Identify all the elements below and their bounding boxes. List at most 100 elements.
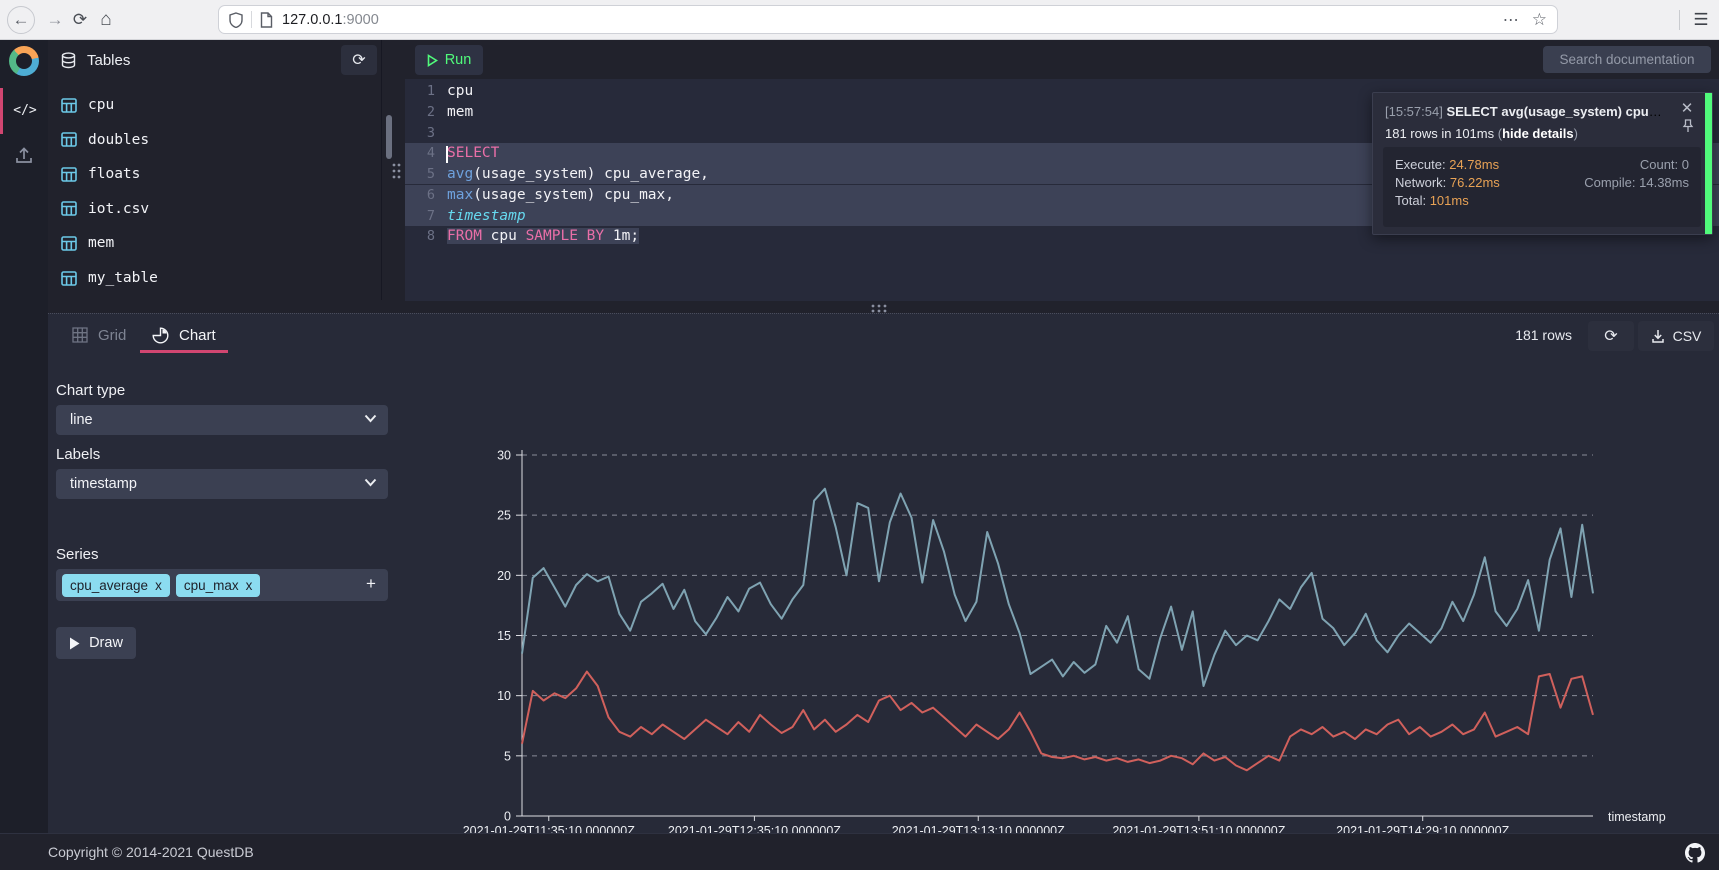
sidebar-item-floats[interactable]: floats [48,157,381,191]
series-input[interactable]: cpu_averagex cpu_maxx + [56,569,388,601]
line-number: 2 [405,104,447,120]
draw-button[interactable]: Draw [56,627,136,659]
line-number: 3 [405,125,447,141]
run-button[interactable]: Run [415,45,483,75]
divider [1679,10,1680,30]
y-tick-label: 5 [504,749,511,763]
questdb-logo[interactable] [9,46,39,76]
close-icon[interactable]: ✕ [1679,99,1695,115]
active-tab-indicator [0,88,3,134]
series-chip-cpu_average[interactable]: cpu_averagex [62,574,170,597]
tables-title: Tables [87,52,130,69]
browser-chrome: ← → ⟳ ⌂ 127.0.0.1:9000 ⋯ ☆ ☰ [0,0,1719,40]
labels-select[interactable]: timestamp [56,469,388,499]
line-number: 8 [405,228,447,244]
refresh-tables-button[interactable]: ⟳ [341,45,377,75]
csv-download-button[interactable]: CSV [1638,321,1714,351]
chevron-down-icon [364,478,377,487]
copyright-text: Copyright © 2014-2021 QuestDB [48,844,254,860]
chevron-down-icon [364,414,377,423]
rows-count: 181 rows [1515,327,1572,343]
table-icon [61,201,77,216]
chart-pie-icon [152,327,169,344]
text-cursor [446,146,448,163]
refresh-results-button[interactable]: ⟳ [1588,321,1634,351]
line-number: 7 [405,208,447,224]
side-rail: </> [0,40,48,833]
reload-icon[interactable]: ⟳ [66,6,94,34]
home-icon[interactable]: ⌂ [92,6,120,34]
remove-series-icon[interactable]: x [155,578,162,593]
table-icon [61,236,77,251]
notification-summary: 181 rows in 101ms (hide details) [1385,126,1578,141]
notification-title: [15:57:54] SELECT avg(usage_system) cpu_… [1385,104,1665,119]
vertical-drag-handle-icon[interactable] [391,162,401,180]
draw-play-icon [69,637,80,650]
forward-icon[interactable]: → [41,6,69,34]
results-pane: Grid Chart 181 rows ⟳ CSV Chart type lin… [48,313,1719,833]
upload-icon[interactable] [13,144,35,166]
line-number: 5 [405,166,447,182]
back-icon[interactable]: ← [7,6,35,34]
menu-icon[interactable]: ☰ [1688,7,1714,33]
x-axis-title: timestamp [1608,810,1666,824]
series-chip-cpu_max[interactable]: cpu_maxx [176,574,261,597]
chart-type-select[interactable]: line [56,405,388,435]
remove-series-icon[interactable]: x [246,578,253,593]
line-number: 4 [405,145,447,161]
console-tab-icon[interactable]: </> [10,96,40,124]
active-tab-underline [140,350,228,353]
editor-toolbar: Run Search documentation [382,40,1719,80]
tab-chart[interactable]: Chart [152,321,216,349]
more-icon[interactable]: ⋯ [1503,10,1520,30]
sidebar-item-iot.csv[interactable]: iot.csv [48,192,381,226]
questdb-console: </> Tables ⟳ cpudoublesfloatsiot.csvmemm… [0,40,1719,870]
y-tick-label: 25 [497,509,511,523]
table-icon [61,98,77,113]
bookmark-star-icon[interactable]: ☆ [1532,10,1547,30]
line-number: 1 [405,83,447,99]
pin-icon[interactable] [1682,119,1694,138]
labels-label: Labels [56,446,100,463]
success-indicator [1705,93,1712,234]
add-series-icon[interactable]: + [361,574,381,594]
footer: Copyright © 2014-2021 QuestDB [0,833,1719,870]
series-line-cpu_max [522,489,1593,686]
query-notification: [15:57:54] SELECT avg(usage_system) cpu_… [1372,92,1713,235]
tables-header: Tables ⟳ [48,40,381,80]
y-tick-label: 15 [497,629,511,643]
sidebar-item-doubles[interactable]: doubles [48,123,381,157]
tab-grid[interactable]: Grid [72,321,126,349]
url-port: :9000 [342,12,378,28]
series-label: Series [56,546,99,563]
page-icon [260,12,273,28]
hide-details-link[interactable]: hide details [1502,126,1574,141]
sidebar-item-my_table[interactable]: my_table [48,261,381,295]
github-icon[interactable] [1685,843,1705,863]
table-icon [61,132,77,147]
line-chart[interactable]: 0510152025302021-01-29T11:35:10.000000Z2… [420,436,1719,856]
search-documentation-button[interactable]: Search documentation [1543,46,1711,73]
grid-icon [72,327,88,343]
url-host: 127.0.0.1 [282,12,342,28]
chart-type-label: Chart type [56,382,125,399]
notification-details: Execute: 24.78msCount: 0 Network: 76.22m… [1383,147,1701,227]
table-icon [61,167,77,182]
sidebar-item-mem[interactable]: mem [48,226,381,260]
scrollbar[interactable] [386,115,392,159]
url-bar[interactable]: 127.0.0.1:9000 ⋯ ☆ [218,5,1558,34]
y-tick-label: 20 [497,569,511,583]
run-label: Run [445,52,472,68]
database-icon [60,52,77,69]
y-tick-label: 0 [504,810,511,824]
download-icon [1651,329,1665,344]
shield-icon [229,12,243,28]
sidebar-item-cpu[interactable]: cpu [48,88,381,122]
table-icon [61,271,77,286]
line-number: 6 [405,187,447,203]
y-tick-label: 30 [497,449,511,463]
tables-panel: Tables ⟳ cpudoublesfloatsiot.csvmemmy_ta… [48,40,382,300]
y-tick-label: 10 [497,689,511,703]
horizontal-drag-handle-icon[interactable] [870,303,888,313]
divider [251,11,252,28]
